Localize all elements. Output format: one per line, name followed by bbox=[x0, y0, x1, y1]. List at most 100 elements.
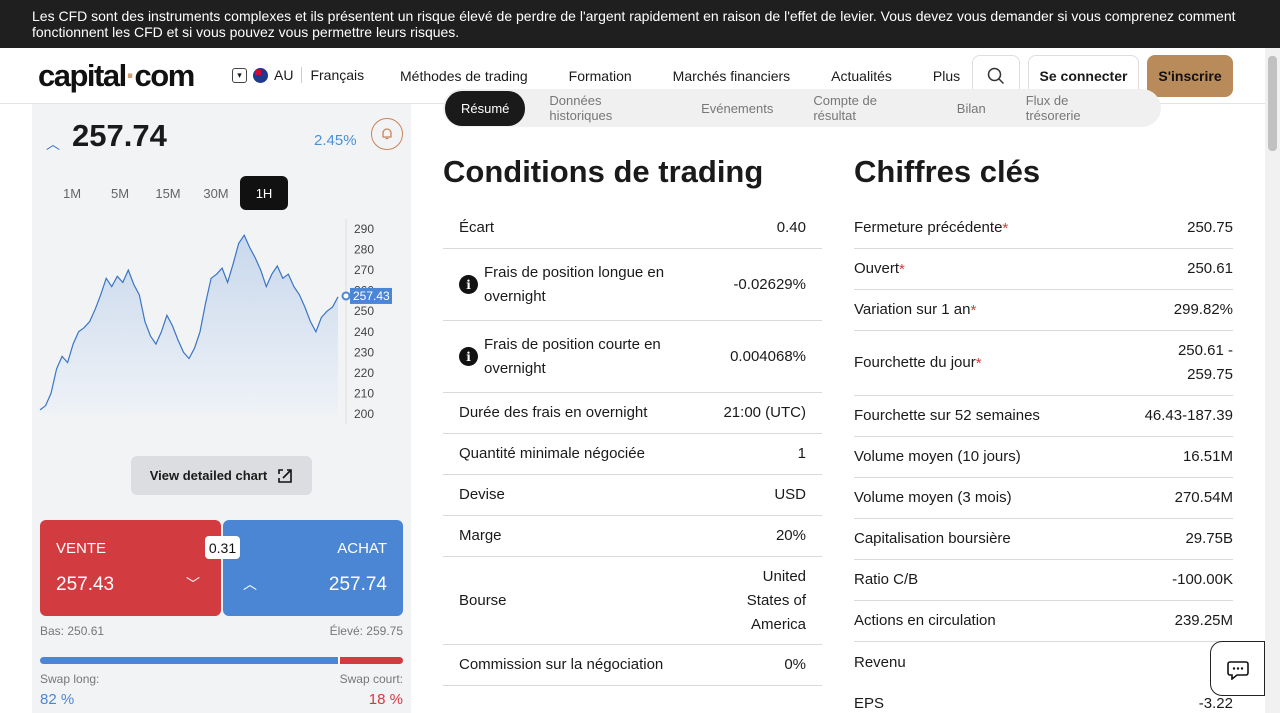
asterisk-mark: * bbox=[970, 301, 977, 319]
day-low: Bas: 250.61 bbox=[40, 624, 105, 638]
key-figure-row: Actions en circulation 239.25M bbox=[854, 601, 1233, 642]
tab-historical-data[interactable]: Données historiques bbox=[549, 93, 661, 123]
logo-dot: · bbox=[125, 58, 136, 93]
current-price: 257.74 bbox=[72, 118, 167, 153]
key-figure-row: Capitalisation boursière 29.75B bbox=[854, 519, 1233, 560]
key-figure-row: Fourchette sur 52 semaines 46.43-187.39 bbox=[854, 396, 1233, 437]
tab-income-statement[interactable]: Compte de résultat bbox=[813, 93, 916, 123]
chevron-down-icon: ▾ bbox=[232, 67, 247, 83]
instrument-tabs: Résumé Données historiques Evénements Co… bbox=[443, 89, 1161, 127]
region-code: AU bbox=[274, 67, 294, 83]
row-label: Quantité minimale négociée bbox=[459, 442, 645, 466]
logo-text-right: com bbox=[134, 58, 196, 93]
menu-item-education[interactable]: Formation bbox=[569, 68, 632, 84]
menu-item-markets[interactable]: Marchés financiers bbox=[673, 68, 791, 84]
swap-long-value: 82 % bbox=[40, 691, 75, 708]
menu-item-trading-methods[interactable]: Méthodes de trading bbox=[400, 68, 528, 84]
asterisk-mark: * bbox=[1002, 219, 1009, 237]
row-label: Devise bbox=[459, 483, 505, 507]
timeframe-30m[interactable]: 30M bbox=[192, 176, 240, 210]
key-figure-row: Revenu2.7 bbox=[854, 642, 1233, 683]
search-icon bbox=[987, 67, 1005, 85]
sell-price: 257.43 bbox=[56, 574, 115, 595]
trading-condition-row: Quantité minimale négociée 1 bbox=[443, 434, 822, 475]
row-label-text: EPS bbox=[854, 694, 885, 712]
row-label: EPS bbox=[854, 692, 884, 713]
row-label-text: Écart bbox=[459, 219, 495, 236]
row-label: Bourse bbox=[459, 589, 507, 613]
trading-condition-row: Durée des frais en overnight 21:00 (UTC) bbox=[443, 393, 822, 434]
trading-condition-row: i Frais de position courte en overnight 0.… bbox=[443, 321, 822, 393]
row-value: 0.40 bbox=[776, 219, 806, 236]
timeframe-1m[interactable]: 1M bbox=[48, 176, 96, 210]
logo-text-left: capital bbox=[38, 58, 127, 93]
menu-item-more[interactable]: Plus bbox=[933, 68, 960, 84]
buy-button[interactable]: ACHAT 257.74 ︿ bbox=[223, 520, 403, 616]
page-scrollbar[interactable] bbox=[1265, 48, 1280, 713]
timeframe-15m[interactable]: 15M bbox=[144, 176, 192, 210]
info-icon[interactable]: i bbox=[459, 275, 478, 294]
key-figures-title: Chiffres clés bbox=[854, 154, 1041, 189]
buy-label: ACHAT bbox=[337, 540, 387, 557]
trading-conditions-table: Écart 0.40 i Frais de position longue en ov… bbox=[443, 208, 822, 686]
row-value: 20% bbox=[775, 527, 806, 544]
buy-price: 257.74 bbox=[328, 574, 387, 595]
spread-badge: 0.31 bbox=[205, 536, 240, 559]
swap-long-fill bbox=[40, 657, 338, 664]
tab-cash-flow[interactable]: Flux de trésorerie bbox=[1026, 93, 1121, 123]
price-chart[interactable]: 290280270260250240230220210200257.43 bbox=[38, 219, 398, 424]
swap-short-fill bbox=[339, 657, 403, 664]
key-figure-row: Ratio C/B -100.00K bbox=[854, 560, 1233, 601]
row-label-text: Frais de position longue en overnight bbox=[484, 263, 665, 305]
caret-up-icon: ︿ bbox=[46, 136, 60, 152]
row-label: Volume moyen (10 jours) bbox=[854, 445, 1021, 469]
row-value: 46.43-187.39 bbox=[1144, 407, 1233, 424]
row-label-text: Fermeture précédente bbox=[854, 219, 1003, 236]
chat-button[interactable] bbox=[1210, 641, 1265, 696]
tab-summary[interactable]: Résumé bbox=[445, 90, 526, 126]
row-value: 250.75 bbox=[1187, 219, 1233, 236]
swap-long-label: Swap long: bbox=[40, 672, 100, 686]
y-tick-label: 250 bbox=[354, 304, 374, 318]
trading-condition-row: Commission sur la négociation 0% bbox=[443, 645, 822, 686]
row-label: Ouvert * bbox=[854, 257, 905, 281]
sell-button[interactable]: VENTE 257.43 ﹀ bbox=[40, 520, 221, 616]
key-figures-table: Fermeture précédente * 250.75 Ouvert * 250.61… bbox=[854, 208, 1233, 713]
row-label: Revenu bbox=[854, 651, 906, 675]
key-figure-row: Ouvert * 250.61 bbox=[854, 249, 1233, 290]
row-label-text: Commission sur la négociation bbox=[459, 656, 664, 673]
row-value: 299.82% bbox=[1173, 301, 1233, 318]
tab-events[interactable]: Evénements bbox=[701, 101, 773, 116]
timeframe-5m[interactable]: 5M bbox=[96, 176, 144, 210]
trading-condition-row: i Frais de position longue en overnight -0… bbox=[443, 249, 822, 321]
row-label: Écart bbox=[459, 216, 494, 240]
row-value: 239.25M bbox=[1174, 612, 1233, 629]
timeframe-1h[interactable]: 1H bbox=[240, 176, 288, 210]
y-tick-label: 220 bbox=[354, 366, 374, 380]
region-selector[interactable]: ▾ AU Français bbox=[232, 67, 364, 83]
logo[interactable]: capital·com bbox=[38, 58, 196, 94]
row-label-text: Devise bbox=[459, 486, 505, 503]
row-label-text: Volume moyen (3 mois) bbox=[854, 489, 1012, 506]
row-value: 0% bbox=[784, 656, 806, 673]
scrollbar-thumb[interactable] bbox=[1268, 56, 1277, 151]
view-detailed-chart-button[interactable]: View detailed chart bbox=[131, 456, 312, 495]
key-figure-row: Fermeture précédente * 250.75 bbox=[854, 208, 1233, 249]
row-value: 21:00 (UTC) bbox=[723, 404, 806, 421]
row-label: Volume moyen (3 mois) bbox=[854, 486, 1012, 510]
current-price-marker bbox=[341, 291, 351, 301]
chevron-down-icon: ﹀ bbox=[186, 576, 200, 592]
menu-item-news[interactable]: Actualités bbox=[831, 68, 892, 84]
row-label: Capitalisation boursière bbox=[854, 527, 1011, 551]
row-value: 250.61 - 259.75 bbox=[1177, 342, 1233, 383]
row-label: i Frais de position courte en overnight bbox=[459, 333, 724, 381]
tab-balance-sheet[interactable]: Bilan bbox=[957, 101, 986, 116]
row-value: -0.02629% bbox=[733, 275, 806, 293]
info-icon[interactable]: i bbox=[459, 347, 478, 366]
row-label-text: Marge bbox=[459, 527, 502, 544]
trading-condition-row: Écart 0.40 bbox=[443, 208, 822, 249]
day-high: Élevé: 259.75 bbox=[329, 624, 403, 638]
signup-button[interactable]: S'inscrire bbox=[1147, 55, 1233, 97]
row-label-text: Bourse bbox=[459, 591, 507, 609]
price-alert-button[interactable] bbox=[371, 118, 403, 150]
